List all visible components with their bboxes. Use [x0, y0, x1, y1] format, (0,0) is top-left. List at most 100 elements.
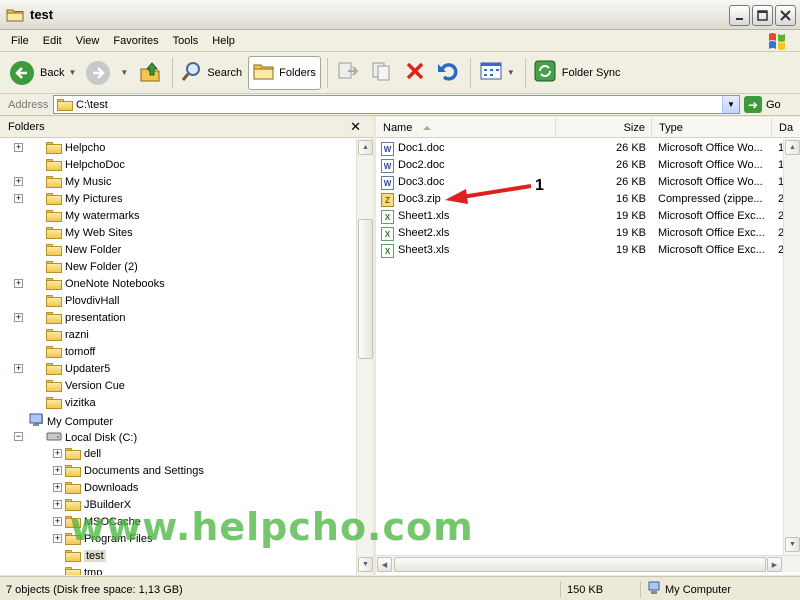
tree-item[interactable]: PlovdivHall	[0, 292, 356, 309]
tree-item-label: Updater5	[65, 362, 111, 375]
forward-button[interactable]: ▼	[82, 56, 132, 90]
tree-item[interactable]: My watermarks	[0, 207, 356, 224]
minimize-button[interactable]	[729, 5, 750, 26]
undo-icon	[436, 60, 460, 85]
tree-item[interactable]: + My Pictures	[0, 190, 356, 207]
folder-icon	[46, 277, 62, 290]
folder-icon	[46, 328, 62, 341]
menu-edit[interactable]: Edit	[36, 33, 69, 49]
tree-item[interactable]: New Folder	[0, 241, 356, 258]
folder-icon	[46, 226, 62, 239]
tree-item[interactable]: vizitka	[0, 394, 356, 411]
tree-item-label: Documents and Settings	[84, 464, 204, 477]
tree-item[interactable]: −My Computer	[0, 411, 356, 428]
expand-icon[interactable]: +	[14, 177, 23, 186]
up-folder-button[interactable]	[134, 56, 166, 90]
maximize-button[interactable]	[752, 5, 773, 26]
tree-item[interactable]: + dell	[0, 445, 356, 462]
column-size[interactable]: Size	[556, 118, 652, 138]
move-to-button[interactable]	[332, 56, 364, 90]
scroll-down-icon[interactable]: ▼	[785, 537, 800, 552]
menu-view[interactable]: View	[69, 33, 107, 49]
column-type[interactable]: Type	[652, 118, 772, 138]
go-button[interactable]: ➜ Go	[744, 96, 781, 113]
column-date[interactable]: Da	[772, 118, 800, 138]
tree-item[interactable]: + OneNote Notebooks	[0, 275, 356, 292]
file-row[interactable]: WDoc1.doc26 KBMicrosoft Office Wo...15.	[376, 140, 800, 157]
chevron-down-icon[interactable]: ▼	[507, 68, 515, 77]
tree-item[interactable]: tmp	[0, 564, 356, 575]
expand-icon[interactable]: +	[53, 517, 62, 526]
folders-button[interactable]: Folders	[248, 55, 321, 90]
tree-item[interactable]: HelpchoDoc	[0, 156, 356, 173]
file-row[interactable]: ZDoc3.zip16 KBCompressed (zippe...20.	[376, 191, 800, 208]
title-bar[interactable]: test	[0, 0, 800, 30]
minimize-icon	[735, 17, 743, 20]
expand-icon[interactable]: +	[14, 143, 23, 152]
copy-to-button[interactable]	[366, 56, 398, 90]
scroll-thumb[interactable]	[394, 557, 766, 572]
files-scrollbar[interactable]: ▲ ▼	[783, 139, 800, 555]
file-row[interactable]: XSheet3.xls19 KBMicrosoft Office Exc...2…	[376, 242, 800, 259]
file-row[interactable]: XSheet1.xls19 KBMicrosoft Office Exc...2…	[376, 208, 800, 225]
folder-icon	[46, 192, 62, 205]
folder-icon	[46, 260, 62, 273]
windows-logo-icon	[766, 31, 790, 51]
search-button[interactable]: Search	[177, 56, 246, 90]
views-button[interactable]: ▼	[475, 56, 519, 90]
expand-icon[interactable]: +	[14, 313, 23, 322]
scroll-up-icon[interactable]: ▲	[785, 140, 800, 155]
tree-item[interactable]: My Web Sites	[0, 224, 356, 241]
file-size: 19 KB	[616, 210, 646, 222]
scroll-up-icon[interactable]: ▲	[358, 140, 373, 155]
collapse-icon[interactable]: −	[14, 432, 23, 441]
expand-icon[interactable]: +	[14, 279, 23, 288]
views-icon	[479, 61, 503, 84]
chevron-down-icon[interactable]: ▼	[722, 96, 739, 113]
tree-item[interactable]: New Folder (2)	[0, 258, 356, 275]
tree-item[interactable]: tomoff	[0, 343, 356, 360]
address-input[interactable]: C:\test ▼	[53, 95, 740, 114]
tree-item[interactable]: Version Cue	[0, 377, 356, 394]
menu-favorites[interactable]: Favorites	[106, 33, 165, 49]
close-icon[interactable]: ✕	[350, 119, 361, 135]
chevron-down-icon[interactable]: ▼	[120, 68, 128, 77]
file-row[interactable]: WDoc3.doc26 KBMicrosoft Office Wo...15.	[376, 174, 800, 191]
scroll-right-icon[interactable]: ▶	[767, 557, 782, 572]
scroll-left-icon[interactable]: ◀	[377, 557, 392, 572]
undo-button[interactable]	[432, 56, 464, 90]
close-button[interactable]	[775, 5, 796, 26]
files-horizontal-scrollbar[interactable]: ◀ ▶	[376, 555, 800, 572]
menu-file[interactable]: File	[4, 33, 36, 49]
scroll-thumb[interactable]	[358, 219, 373, 359]
file-type: Microsoft Office Wo...	[658, 176, 763, 188]
tree-item[interactable]: + My Music	[0, 173, 356, 190]
expand-icon[interactable]: +	[53, 500, 62, 509]
delete-button[interactable]	[400, 56, 430, 90]
tree-item[interactable]: + Documents and Settings	[0, 462, 356, 479]
expand-icon[interactable]: +	[53, 466, 62, 475]
expand-icon[interactable]: +	[53, 483, 62, 492]
expand-icon[interactable]: +	[53, 534, 62, 543]
scroll-down-icon[interactable]: ▼	[358, 557, 373, 572]
tree-item[interactable]: razni	[0, 326, 356, 343]
back-button[interactable]: Back ▼	[6, 56, 80, 90]
file-type: Microsoft Office Exc...	[658, 210, 765, 222]
tree-item[interactable]: test	[0, 547, 356, 564]
tree-item[interactable]: + presentation	[0, 309, 356, 326]
tree-item[interactable]: − Local Disk (C:)	[0, 428, 356, 445]
menu-tools[interactable]: Tools	[166, 33, 206, 49]
folder-sync-button[interactable]: Folder Sync	[530, 56, 625, 90]
tree-item[interactable]: + Updater5	[0, 360, 356, 377]
expand-icon[interactable]: +	[53, 449, 62, 458]
menu-help[interactable]: Help	[205, 33, 242, 49]
tree-item[interactable]: + Helpcho	[0, 139, 356, 156]
expand-icon[interactable]: +	[14, 364, 23, 373]
tree-item[interactable]: + Downloads	[0, 479, 356, 496]
file-row[interactable]: XSheet2.xls19 KBMicrosoft Office Exc...2…	[376, 225, 800, 242]
file-row[interactable]: WDoc2.doc26 KBMicrosoft Office Wo...15.	[376, 157, 800, 174]
file-name: Doc1.doc	[398, 142, 445, 154]
column-name[interactable]: Name	[376, 118, 556, 138]
chevron-down-icon[interactable]: ▼	[68, 68, 76, 77]
expand-icon[interactable]: +	[14, 194, 23, 203]
